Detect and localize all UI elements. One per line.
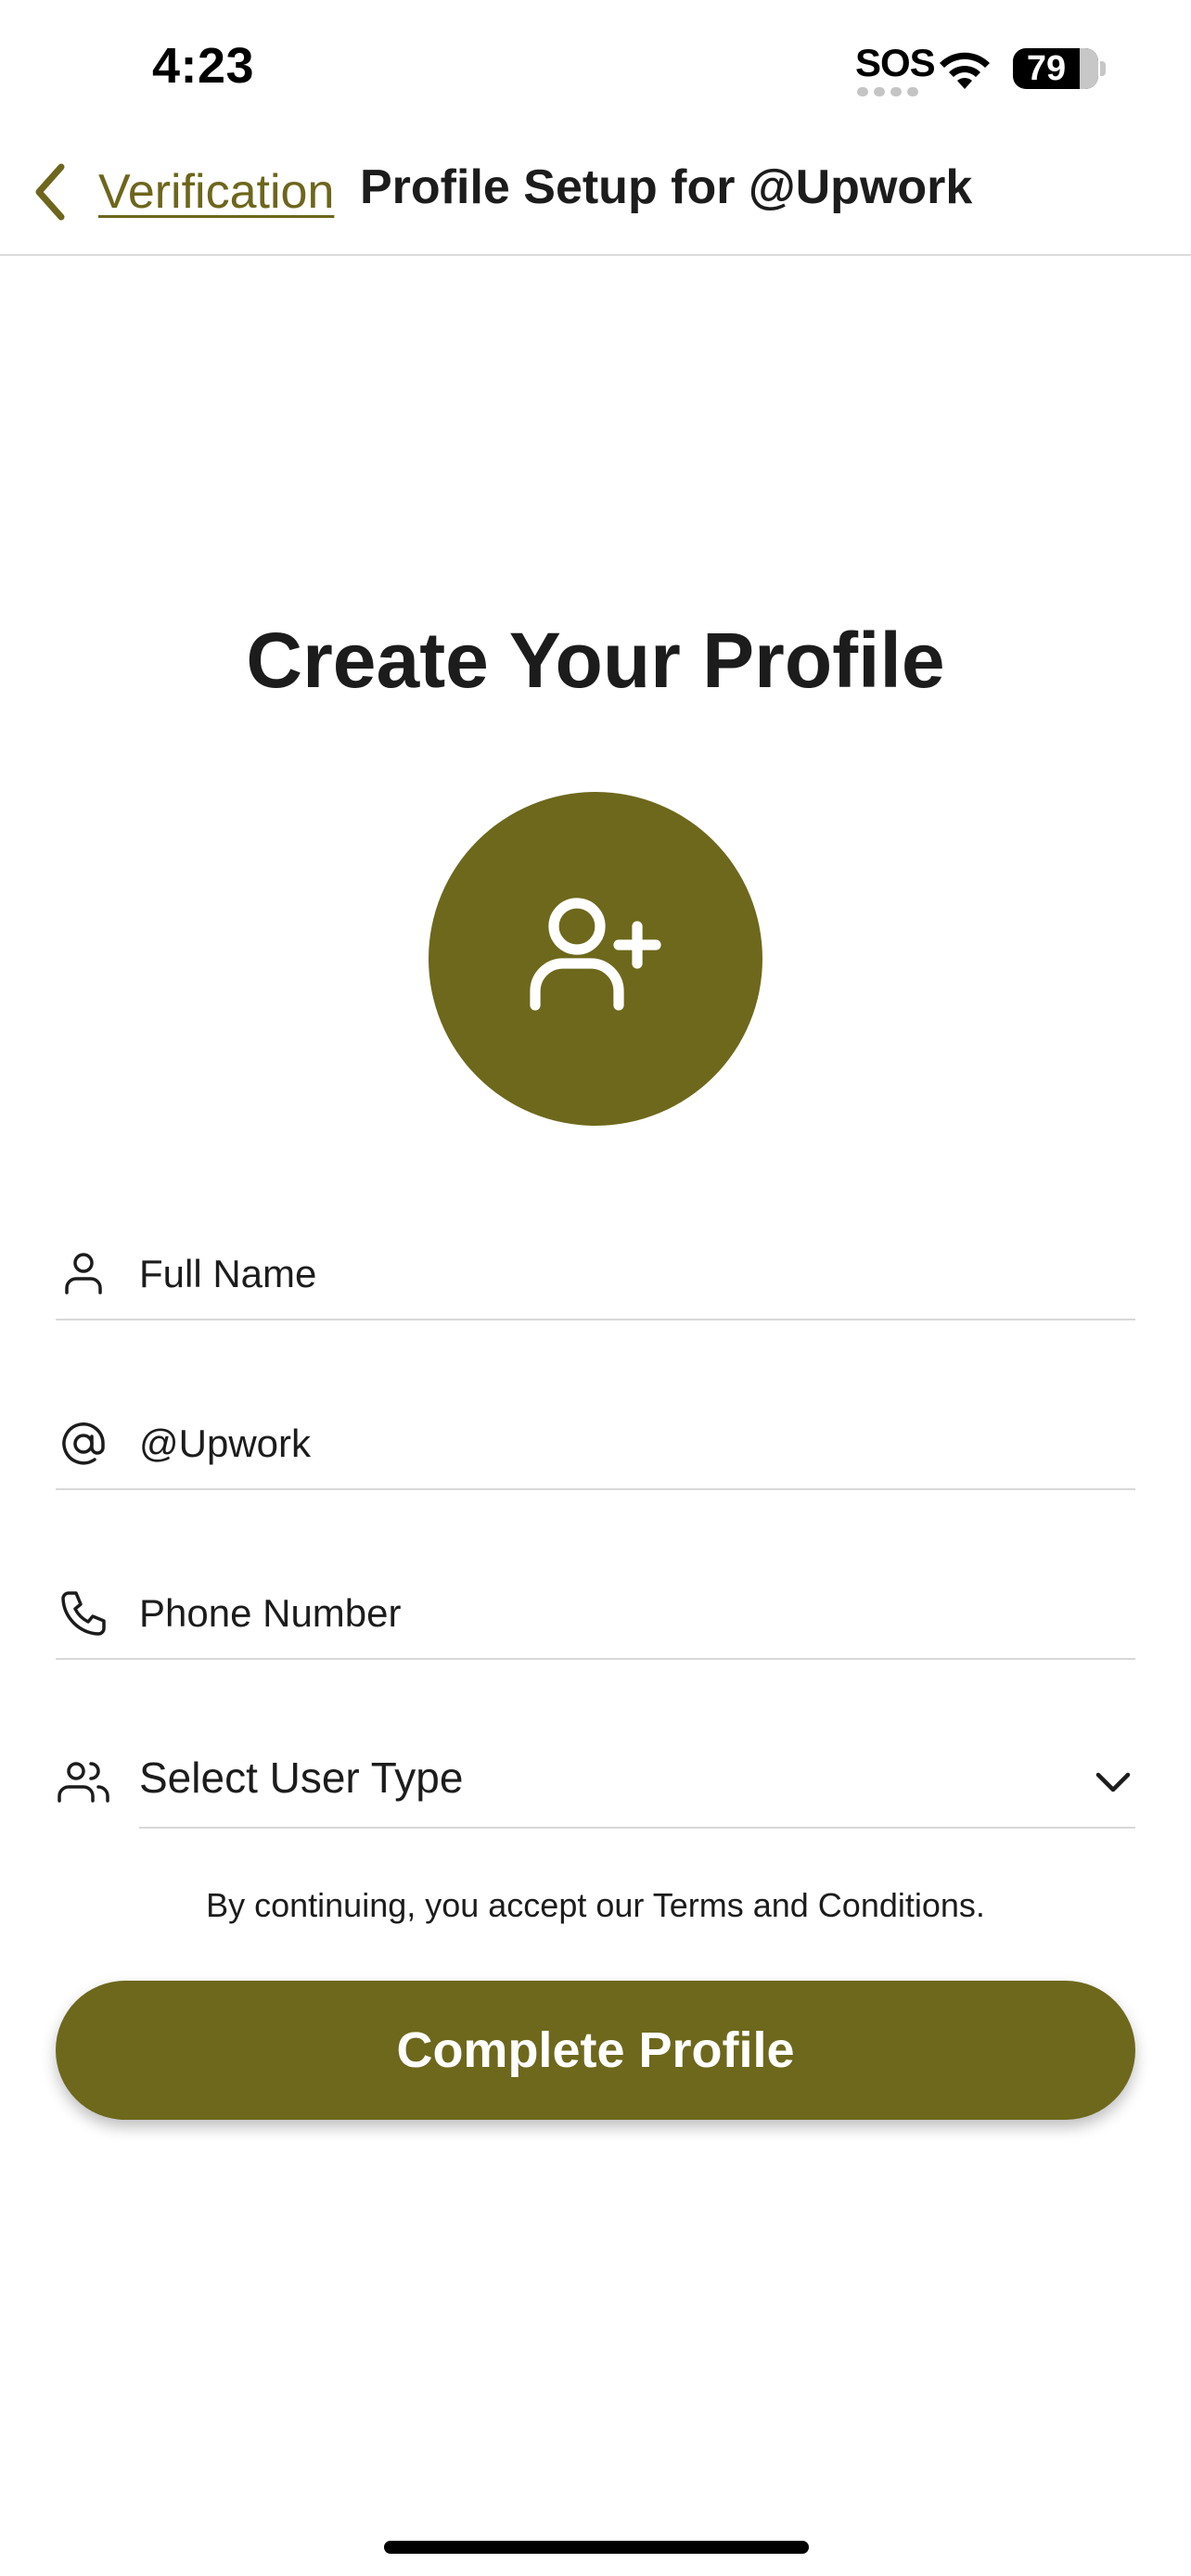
nav-title: Profile Setup for @Upwork	[360, 160, 973, 214]
phone-field	[56, 1558, 1135, 1660]
wifi-icon	[940, 52, 990, 89]
username-input[interactable]	[139, 1407, 1067, 1481]
chevron-left-icon	[35, 163, 65, 221]
back-label: Verification	[98, 165, 335, 219]
full-name-underline	[56, 1319, 1135, 1320]
status-time: 4:23	[152, 38, 255, 94]
at-sign-icon	[62, 1422, 105, 1465]
battery-icon: 79	[1013, 48, 1098, 89]
user-type-label: Select User Type	[139, 1753, 464, 1802]
users-icon	[58, 1762, 109, 1803]
user-type-select[interactable]: Select User Type	[56, 1727, 1135, 1829]
home-indicator	[384, 2541, 809, 2554]
phone-underline	[56, 1658, 1135, 1660]
navigation-bar: Verification Profile Setup for @Upwork	[0, 130, 1191, 256]
username-field	[56, 1388, 1135, 1490]
page-title: Create Your Profile	[246, 617, 945, 704]
signal-dots-icon	[857, 87, 918, 96]
sos-indicator: SOS	[855, 41, 936, 84]
user-icon	[65, 1253, 102, 1294]
terms-text: By continuing, you accept our Terms and …	[206, 1886, 985, 1924]
add-photo-button[interactable]	[429, 792, 762, 1126]
phone-input[interactable]	[139, 1576, 1067, 1651]
phone-icon	[61, 1591, 106, 1636]
battery-level: 79	[1026, 49, 1067, 88]
back-button[interactable]: Verification	[28, 150, 334, 234]
battery-nub	[1100, 61, 1106, 76]
user-plus-icon	[530, 898, 661, 1011]
complete-profile-button[interactable]: Complete Profile	[56, 1981, 1135, 2120]
full-name-input[interactable]	[139, 1237, 1067, 1311]
username-underline	[56, 1488, 1135, 1490]
status-bar: 4:23 SOS 79	[0, 0, 1191, 130]
chevron-down-icon	[1095, 1772, 1131, 1792]
full-name-field	[56, 1218, 1135, 1320]
user-type-underline	[139, 1827, 1135, 1829]
